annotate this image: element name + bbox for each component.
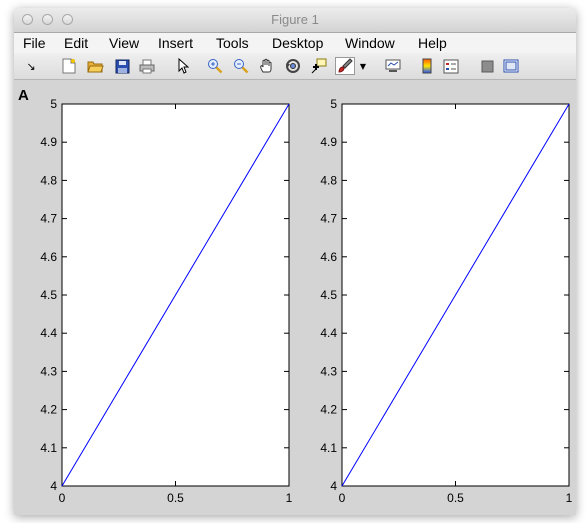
y-tick-label: 4.1 bbox=[320, 441, 337, 455]
y-tick-label: 4 bbox=[330, 479, 337, 493]
y-tick-label: 4.3 bbox=[320, 364, 337, 378]
y-tick-label: 5 bbox=[330, 97, 337, 111]
y-tick-label: 4.8 bbox=[320, 173, 337, 187]
y-tick-label: 4.3 bbox=[40, 364, 57, 378]
figure-window: Figure 1 File Edit View Insert Tools Des… bbox=[14, 8, 576, 515]
data-cursor-icon[interactable] bbox=[310, 57, 328, 75]
menu-insert[interactable]: Insert bbox=[158, 35, 193, 51]
left-axes: 4 4.1 4.2 4.3 4.4 4.5 4.6 4.7 4.8 4.9 5 0 0.5 1 bbox=[40, 97, 292, 505]
figure-canvas: A B 44.14.24.34.44.54.64.74.84.9500.5144… bbox=[14, 80, 576, 515]
y-tick-label: 4.9 bbox=[320, 135, 337, 149]
y-tick-label: 4.7 bbox=[40, 212, 57, 226]
menu-help[interactable]: Help bbox=[418, 35, 447, 51]
y-tick-label: 4.9 bbox=[40, 135, 57, 149]
right-axes: 4 4.1 4.2 4.3 4.4 4.5 4.6 4.7 4.8 4.9 5 0 0.5 1 bbox=[320, 97, 572, 505]
x-tick-label: 0.5 bbox=[447, 491, 464, 505]
y-tick-label: 4.5 bbox=[320, 288, 337, 302]
menu-file[interactable]: File bbox=[23, 35, 46, 51]
y-tick-label: 4.6 bbox=[320, 250, 337, 264]
y-tick-label: 4.6 bbox=[40, 250, 57, 264]
y-tick-label: 5 bbox=[50, 97, 57, 111]
show-plot-tools-icon[interactable] bbox=[502, 57, 520, 75]
panel-label-a: A bbox=[18, 87, 29, 104]
menu-edit[interactable]: Edit bbox=[64, 35, 88, 51]
plots-svg: A B 44.14.24.34.44.54.64.74.84.9500.5144… bbox=[18, 87, 573, 505]
open-file-icon[interactable] bbox=[86, 57, 104, 75]
brush-icon[interactable] bbox=[335, 57, 355, 75]
brush-dropdown-icon[interactable]: ▼ bbox=[358, 57, 368, 75]
menu-desktop[interactable]: Desktop bbox=[272, 35, 323, 51]
pan-hand-icon[interactable] bbox=[258, 57, 276, 75]
x-tick-label: 0.5 bbox=[167, 491, 184, 505]
edit-plot-arrow-icon[interactable] bbox=[174, 57, 192, 75]
x-tick-label: 1 bbox=[286, 491, 293, 505]
save-icon[interactable] bbox=[113, 57, 131, 75]
y-tick-label: 4.4 bbox=[320, 326, 337, 340]
y-tick-label: 4.2 bbox=[40, 403, 57, 417]
zoom-in-icon[interactable] bbox=[206, 57, 224, 75]
insert-colorbar-icon[interactable] bbox=[418, 57, 436, 75]
link-plot-icon[interactable] bbox=[384, 57, 402, 75]
menu-view[interactable]: View bbox=[109, 35, 139, 51]
y-tick-label: 4 bbox=[50, 479, 57, 493]
new-figure-icon[interactable] bbox=[60, 57, 78, 75]
zoom-out-icon[interactable] bbox=[232, 57, 250, 75]
y-tick-label: 4.2 bbox=[320, 403, 337, 417]
y-tick-label: 4.1 bbox=[40, 441, 57, 455]
window-title: Figure 1 bbox=[271, 12, 319, 27]
x-tick-label: 1 bbox=[566, 491, 573, 505]
menu-bar: File Edit View Insert Tools Desktop Wind… bbox=[14, 33, 576, 53]
menu-tools[interactable]: Tools bbox=[216, 35, 249, 51]
insert-legend-icon[interactable] bbox=[442, 57, 460, 75]
figure-toolbar: ↘ ▼ bbox=[14, 53, 576, 80]
print-icon[interactable] bbox=[138, 57, 156, 75]
y-tick-label: 4.4 bbox=[40, 326, 57, 340]
x-tick-label: 0 bbox=[59, 491, 66, 505]
dock-arrow-icon[interactable]: ↘ bbox=[22, 57, 40, 75]
x-tick-label: 0 bbox=[339, 491, 346, 505]
menu-window[interactable]: Window bbox=[345, 35, 395, 51]
rotate-3d-icon[interactable] bbox=[284, 57, 302, 75]
title-bar: Figure 1 bbox=[14, 8, 576, 33]
hide-plot-tools-icon[interactable] bbox=[478, 57, 496, 75]
y-tick-label: 4.7 bbox=[320, 212, 337, 226]
y-tick-label: 4.5 bbox=[40, 288, 57, 302]
y-tick-label: 4.8 bbox=[40, 173, 57, 187]
